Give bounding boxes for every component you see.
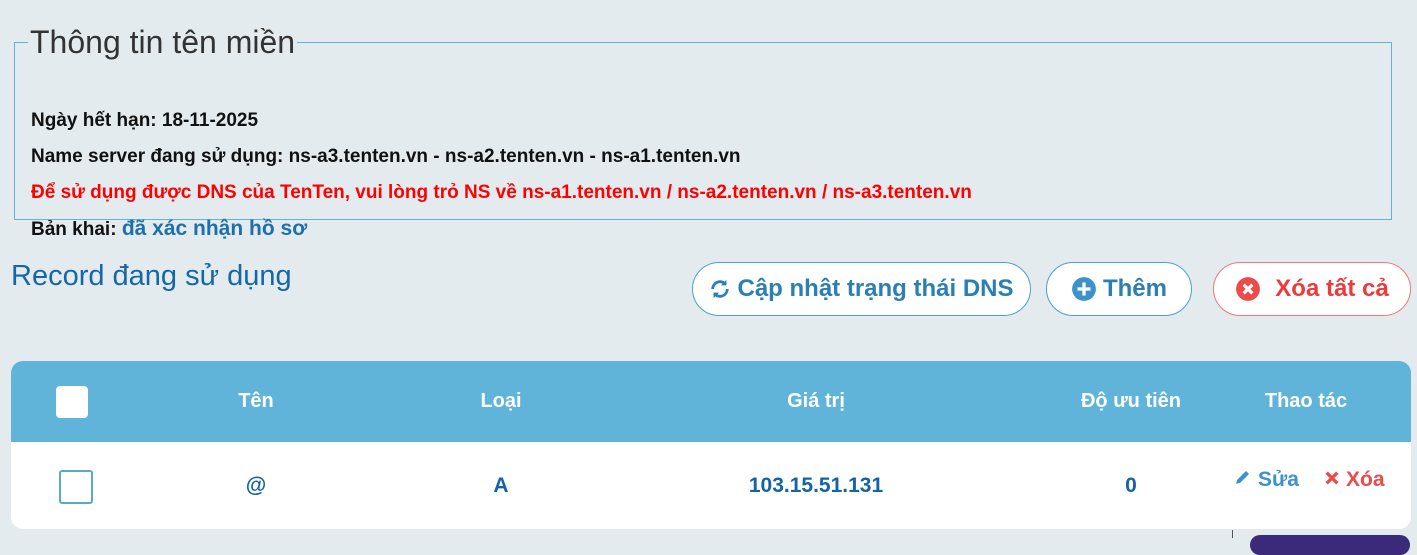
x-icon — [1324, 468, 1346, 492]
divider — [1232, 530, 1233, 538]
col-priority: Độ ưu tiên — [1080, 390, 1182, 412]
delete-all-button[interactable]: Xóa tất cả — [1213, 262, 1411, 316]
expiry-date: Ngày hết hạn: 18-11-2025 — [31, 110, 259, 131]
add-record-label: Thêm — [1102, 275, 1167, 302]
refresh-dns-label: Cập nhật trạng thái DNS — [737, 275, 1014, 302]
add-record-button[interactable]: Thêm — [1046, 262, 1192, 316]
record-value: 103.15.51.131 — [748, 473, 884, 497]
record-name: @ — [245, 473, 267, 497]
col-type: Loại — [480, 390, 522, 412]
select-all-checkbox[interactable] — [56, 386, 88, 418]
record-priority: 0 — [1125, 473, 1137, 497]
col-name: Tên — [238, 390, 274, 412]
col-actions: Thao tác — [1264, 390, 1348, 412]
record-type: A — [493, 473, 509, 497]
records-table: Tên Loại Giá trị Độ ưu tiên Thao tác @ A… — [11, 361, 1411, 529]
declaration-status: đã xác nhận hồ sơ — [121, 217, 308, 240]
plus-circle-icon — [1071, 276, 1097, 302]
edit-record-button[interactable]: Sửa — [1234, 436, 1299, 523]
domain-info-panel: Thông tin tên miền Ngày hết hạn: 18-11-2… — [14, 24, 1392, 240]
col-value: Giá trị — [787, 390, 845, 412]
ns-warning: Để sử dụng được DNS của TenTen, vui lòng… — [31, 182, 972, 203]
pencil-icon — [1234, 468, 1258, 492]
row-checkbox[interactable] — [59, 470, 93, 504]
declaration-label: Bản khai: — [31, 219, 117, 240]
refresh-dns-button[interactable]: Cập nhật trạng thái DNS — [692, 262, 1031, 316]
close-circle-icon — [1235, 276, 1261, 302]
nameservers: Name server đang sử dụng: ns-a3.tenten.v… — [31, 146, 741, 167]
delete-record-button[interactable]: Xóa — [1324, 436, 1385, 523]
domain-info-legend: Thông tin tên miền — [30, 24, 296, 60]
table-row: @ A 103.15.51.131 0 Sửa Xóa — [11, 442, 1411, 529]
table-header: Tên Loại Giá trị Độ ưu tiên Thao tác — [11, 361, 1411, 442]
partial-element — [1250, 535, 1410, 555]
delete-label: Xóa — [1346, 467, 1385, 491]
records-title: Record đang sử dụng — [11, 260, 292, 292]
delete-all-label: Xóa tất cả — [1275, 275, 1389, 302]
declaration: Bản khai: đã xác nhận hồ sơ — [31, 217, 307, 241]
edit-label: Sửa — [1258, 467, 1299, 491]
refresh-icon — [709, 278, 731, 300]
